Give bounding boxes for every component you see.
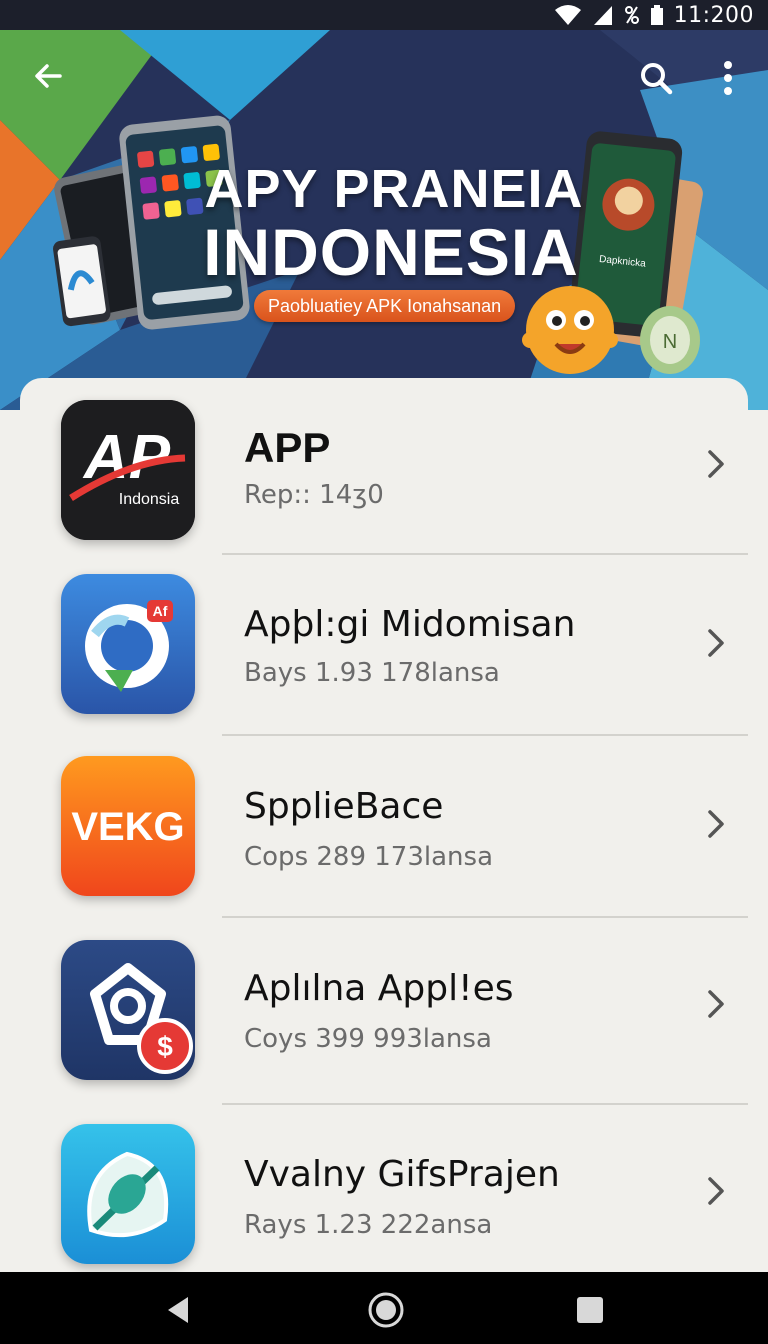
icon-text: VEKG: [71, 805, 184, 849]
app-name: Apþl:gi Midomisan: [244, 604, 576, 645]
divider: [222, 916, 748, 918]
search-icon: [641, 63, 673, 95]
icon-badge: $: [157, 1031, 173, 1062]
search-button[interactable]: [628, 50, 684, 106]
nav-home-button[interactable]: [366, 1290, 406, 1330]
app-meta: Coys 399 993lansa: [244, 1024, 492, 1054]
list-item[interactable]: Af Apþl:gi Midomisan Bays 1.93 178lansa: [20, 568, 748, 738]
chevron-right-icon: [708, 990, 724, 1018]
battery-icon: [650, 5, 663, 25]
chevron-right-icon: [708, 629, 724, 657]
overflow-menu-button[interactable]: [700, 50, 756, 106]
app-name: Vvalny GifsPrajen: [244, 1154, 560, 1195]
triangle-back-icon: [168, 1297, 188, 1323]
icon-badge: Af: [153, 603, 168, 619]
nav-back-button[interactable]: [158, 1290, 198, 1330]
arrow-back-icon: [35, 64, 62, 88]
list-item[interactable]: $ Aplılna Appl!es Coys 399 993lansa: [20, 934, 748, 1104]
back-button[interactable]: [20, 48, 76, 104]
data-saver-icon: [624, 6, 639, 24]
app-icon-messenger: Af: [61, 574, 195, 714]
more-vert-icon: [724, 61, 732, 95]
cell-signal-icon: [593, 6, 612, 25]
banner-pill[interactable]: Paobluatiey APK Ionahsanan: [254, 290, 516, 322]
list-item[interactable]: Vvalny GifsPrajen Rays 1.23 222ansa: [20, 1118, 748, 1288]
banner-title-line2: INDONESIA: [203, 215, 579, 289]
app-list: AP Indonsia APP Rep:: 14ʒ0 Af Apþl:gi Mi…: [20, 378, 748, 1278]
app-name: APP: [244, 424, 331, 471]
nav-recents-button[interactable]: [570, 1290, 610, 1330]
chevron-right-icon: [708, 1177, 724, 1205]
circle-home-icon: [368, 1292, 404, 1328]
coin-illustration: N: [640, 306, 700, 374]
app-meta: Rep:: 14ʒ0: [244, 480, 384, 510]
square-recents-icon: [577, 1297, 603, 1323]
divider: [222, 734, 748, 736]
status-time: 11:200: [673, 2, 754, 28]
app-icon-leaf: [61, 1124, 195, 1264]
list-item[interactable]: AP Indonsia APP Rep:: 14ʒ0: [20, 394, 748, 564]
chevron-right-icon: [708, 450, 724, 478]
icon-text: Indonsia: [119, 491, 180, 508]
status-bar: 11:200: [0, 0, 768, 30]
divider: [222, 553, 748, 555]
app-icon-vekg: VEKG: [61, 756, 195, 896]
coin-label: N: [663, 331, 677, 353]
app-icon-payments: $: [61, 940, 195, 1080]
top-app-bar: [0, 30, 768, 122]
app-icon-ap-indonesia: AP Indonsia: [61, 400, 195, 540]
divider: [222, 1103, 748, 1105]
banner-title-line1: APY PRANEIA: [204, 159, 584, 219]
system-nav-bar: [0, 1272, 768, 1344]
list-item[interactable]: VEKG SpplieBace Cops 289 173lansa: [20, 750, 748, 920]
chevron-right-icon: [708, 810, 724, 838]
app-name: SpplieBace: [244, 786, 444, 827]
app-meta: Bays 1.93 178lansa: [244, 658, 500, 688]
app-meta: Rays 1.23 222ansa: [244, 1210, 493, 1240]
wifi-icon: [554, 5, 581, 25]
app-name: Aplılna Appl!es: [244, 968, 514, 1009]
app-meta: Cops 289 173lansa: [244, 842, 494, 872]
